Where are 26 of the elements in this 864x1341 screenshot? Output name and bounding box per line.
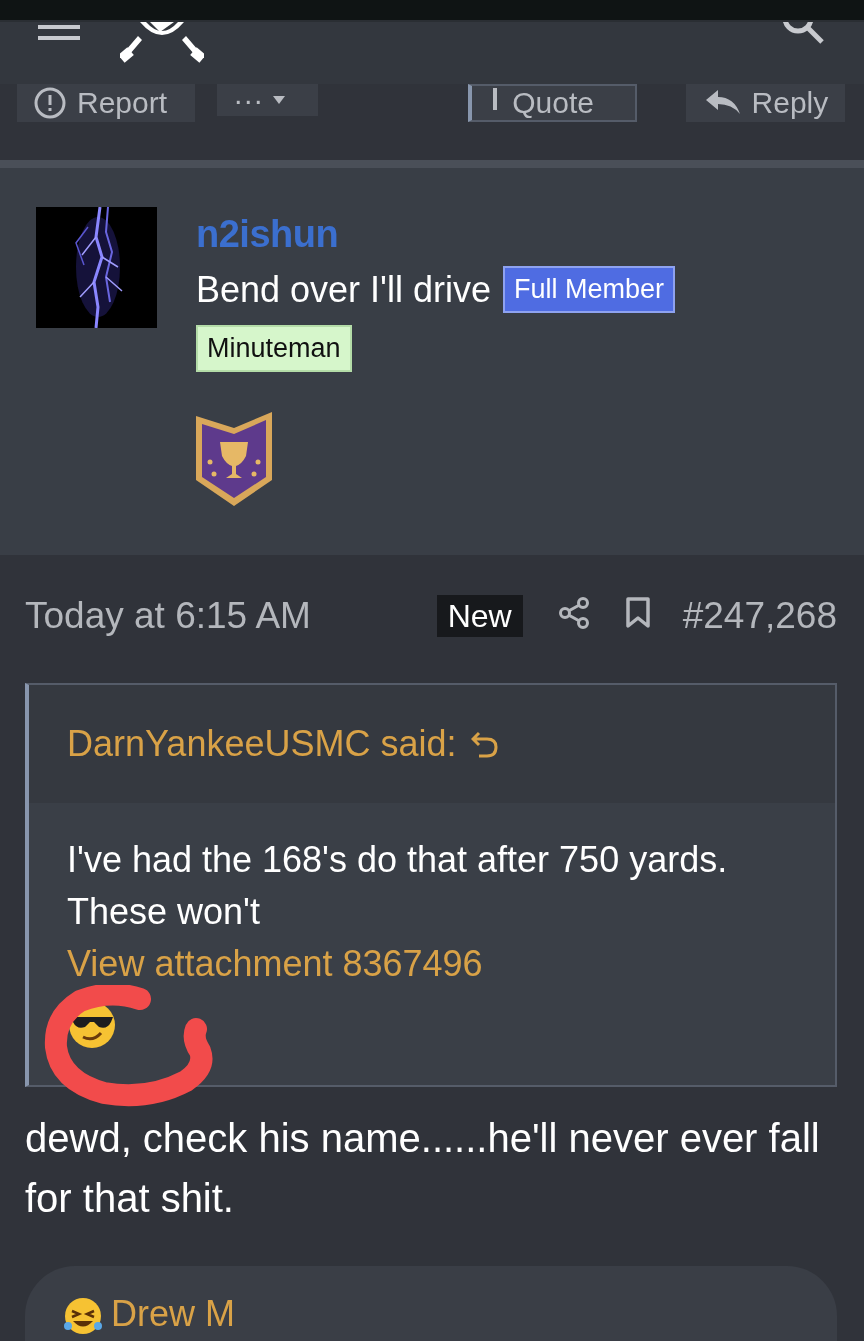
bookmark-icon[interactable]: [624, 597, 651, 629]
quote-button[interactable]: Quote: [468, 84, 637, 122]
more-button[interactable]: ···: [217, 84, 319, 116]
post-message: dewd, check his name......he'll never ever fall for that shit.: [25, 1115, 821, 1222]
quote-author[interactable]: DarnYankeeUSMC said:: [67, 723, 457, 765]
share-icon[interactable]: [558, 597, 589, 629]
laughing-emoji-icon: [63, 1296, 103, 1336]
caret-icon: [273, 96, 286, 104]
logo-icon[interactable]: [120, 22, 204, 64]
info-icon: [33, 86, 67, 120]
new-label: New: [436, 595, 523, 637]
post-date[interactable]: Today at 6:15 AM: [25, 597, 311, 634]
jump-icon[interactable]: [470, 729, 499, 759]
user-title: Bend over I'll drive: [196, 268, 491, 311]
rank-badge: Full Member: [503, 266, 676, 313]
post-number[interactable]: #247,268: [682, 597, 837, 634]
quote-text: I've had the 168's do that after 750 yards. These won't: [67, 838, 729, 934]
trophy-shield-icon: [196, 412, 272, 506]
report-button[interactable]: Report: [17, 84, 196, 122]
reaction-users[interactable]: Drew M: [111, 1296, 235, 1332]
reply-button[interactable]: Reply: [685, 84, 845, 122]
search-icon[interactable]: [780, 22, 824, 44]
attachment-link[interactable]: View attachment 8367496: [67, 938, 483, 990]
reactions-bar[interactable]: Drew M: [25, 1266, 837, 1341]
menu-icon[interactable]: [38, 25, 80, 40]
group-badge: Minuteman: [196, 325, 352, 372]
